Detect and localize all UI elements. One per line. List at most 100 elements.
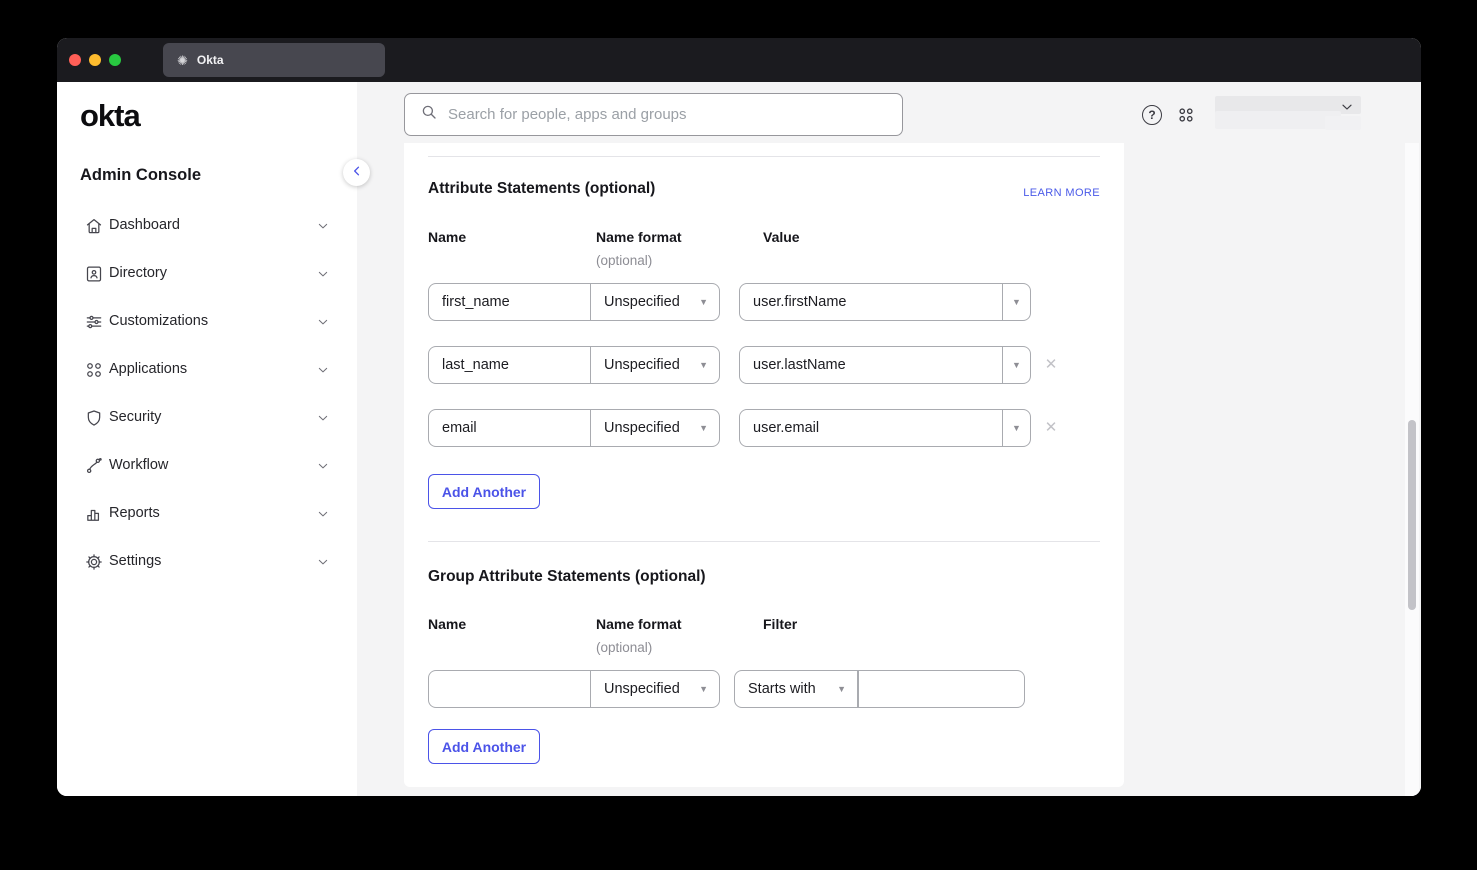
sidebar-item-label: Directory [109, 265, 167, 281]
sidebar-item-label: Security [109, 409, 161, 425]
sidebar-item-label: Settings [109, 553, 161, 569]
chevron-down-icon [315, 458, 331, 474]
gear-icon [84, 552, 104, 572]
dropdown-arrow-icon: ▼ [1012, 297, 1021, 307]
dropdown-arrow-icon: ▼ [699, 360, 708, 370]
attribute-value-input[interactable] [740, 284, 1002, 320]
browser-window: ✺ Okta okta Admin Console Dashboard [57, 38, 1421, 796]
chevron-down-icon [315, 410, 331, 426]
attribute-row: Unspecified ▼ ▼ ✕ [404, 409, 1124, 447]
dropdown-arrow-icon: ▼ [699, 423, 708, 433]
column-header-name: Name [428, 616, 466, 632]
scrollbar-track[interactable] [1405, 143, 1419, 796]
sidebar-item-customizations[interactable]: Customizations [57, 298, 357, 346]
close-window-button[interactable] [69, 54, 81, 66]
desktop-background: ✺ Okta okta Admin Console Dashboard [0, 0, 1477, 870]
chevron-down-icon [315, 362, 331, 378]
sidebar-item-directory[interactable]: Directory [57, 250, 357, 298]
search-icon [420, 103, 438, 126]
okta-logo: okta [80, 98, 140, 134]
apps-grid-icon [84, 360, 104, 380]
combobox-arrow-button[interactable]: ▼ [1002, 284, 1030, 320]
column-header-name-format: Name format [596, 616, 682, 632]
sliders-icon [84, 312, 104, 332]
attribute-name-input[interactable] [428, 283, 591, 321]
add-another-attribute-button[interactable]: Add Another [428, 474, 540, 509]
minimize-window-button[interactable] [89, 54, 101, 66]
column-header-name-format: Name format [596, 229, 682, 245]
sidebar-item-dashboard[interactable]: Dashboard [57, 202, 357, 250]
search-input[interactable] [448, 106, 902, 123]
dropdown-arrow-icon: ▼ [699, 684, 708, 694]
shield-icon [84, 408, 104, 428]
chevron-down-icon [315, 554, 331, 570]
remove-row-icon[interactable]: ✕ [1041, 409, 1061, 447]
sidebar-item-settings[interactable]: Settings [57, 538, 357, 586]
attribute-value-input[interactable] [740, 347, 1002, 383]
combobox-arrow-button[interactable]: ▼ [1002, 410, 1030, 446]
admin-console-title: Admin Console [80, 166, 201, 185]
collapse-sidebar-button[interactable] [343, 159, 370, 186]
filter-type-select[interactable]: Starts with ▼ [734, 670, 858, 708]
top-header: ? [357, 82, 1421, 143]
sidebar-item-label: Reports [109, 505, 160, 521]
group-attribute-name-input[interactable] [428, 670, 591, 708]
name-format-select[interactable]: Unspecified ▼ [590, 670, 720, 708]
attribute-name-input[interactable] [428, 409, 591, 447]
learn-more-link[interactable]: LEARN MORE [1023, 187, 1100, 199]
group-attribute-statements-title: Group Attribute Statements (optional) [428, 568, 706, 586]
sidebar-item-label: Customizations [109, 313, 208, 329]
dropdown-arrow-icon: ▼ [699, 297, 708, 307]
sidebar-item-workflow[interactable]: Workflow [57, 442, 357, 490]
section-divider [428, 541, 1100, 542]
value-combobox[interactable]: ▼ [739, 283, 1031, 321]
help-icon[interactable]: ? [1142, 105, 1162, 125]
name-format-select[interactable]: Unspecified ▼ [590, 283, 720, 321]
dropdown-arrow-icon: ▼ [837, 684, 846, 694]
select-value: Unspecified [604, 357, 680, 373]
name-format-select[interactable]: Unspecified ▼ [590, 346, 720, 384]
global-search[interactable] [404, 93, 903, 136]
chevron-down-icon [315, 506, 331, 522]
zoom-window-button[interactable] [109, 54, 121, 66]
attribute-name-input[interactable] [428, 346, 591, 384]
sidebar: okta Admin Console Dashboard Directory [57, 82, 357, 796]
sidebar-item-security[interactable]: Security [57, 394, 357, 442]
sidebar-nav: Dashboard Directory Customizations [57, 202, 357, 586]
add-another-group-attribute-button[interactable]: Add Another [428, 729, 540, 764]
group-attribute-row: Unspecified ▼ Starts with ▼ [404, 670, 1124, 708]
chevron-down-icon [315, 218, 331, 234]
sidebar-item-reports[interactable]: Reports [57, 490, 357, 538]
apps-grid-icon[interactable] [1176, 105, 1196, 125]
browser-tab[interactable]: ✺ Okta [163, 43, 385, 77]
chevron-down-icon [315, 314, 331, 330]
main-area: ? Attribute Stateme [357, 82, 1421, 796]
column-header-filter: Filter [763, 616, 797, 632]
select-value: Starts with [748, 681, 816, 697]
directory-icon [84, 264, 104, 284]
sidebar-item-applications[interactable]: Applications [57, 346, 357, 394]
value-combobox[interactable]: ▼ [739, 346, 1031, 384]
select-value: Unspecified [604, 294, 680, 310]
app-body: okta Admin Console Dashboard Directory [57, 82, 1421, 796]
sidebar-item-label: Dashboard [109, 217, 180, 233]
tab-title: Okta [197, 53, 224, 67]
redacted-user-detail [1325, 116, 1361, 130]
value-combobox[interactable]: ▼ [739, 409, 1031, 447]
remove-row-icon[interactable]: ✕ [1041, 346, 1061, 384]
name-format-select[interactable]: Unspecified ▼ [590, 409, 720, 447]
chevron-down-icon [315, 266, 331, 282]
attribute-statements-title: Attribute Statements (optional) [428, 180, 655, 198]
scrollbar-thumb[interactable] [1408, 420, 1416, 610]
dropdown-arrow-icon: ▼ [1012, 423, 1021, 433]
select-value: Unspecified [604, 681, 680, 697]
user-menu-chevron-icon[interactable] [1339, 99, 1355, 115]
okta-favicon-icon: ✺ [177, 54, 188, 67]
filter-value-input[interactable] [858, 670, 1025, 708]
combobox-arrow-button[interactable]: ▼ [1002, 347, 1030, 383]
sidebar-item-label: Workflow [109, 457, 168, 473]
attribute-value-input[interactable] [740, 410, 1002, 446]
sidebar-item-label: Applications [109, 361, 187, 377]
bar-chart-icon [84, 504, 104, 524]
column-header-value: Value [763, 229, 800, 245]
